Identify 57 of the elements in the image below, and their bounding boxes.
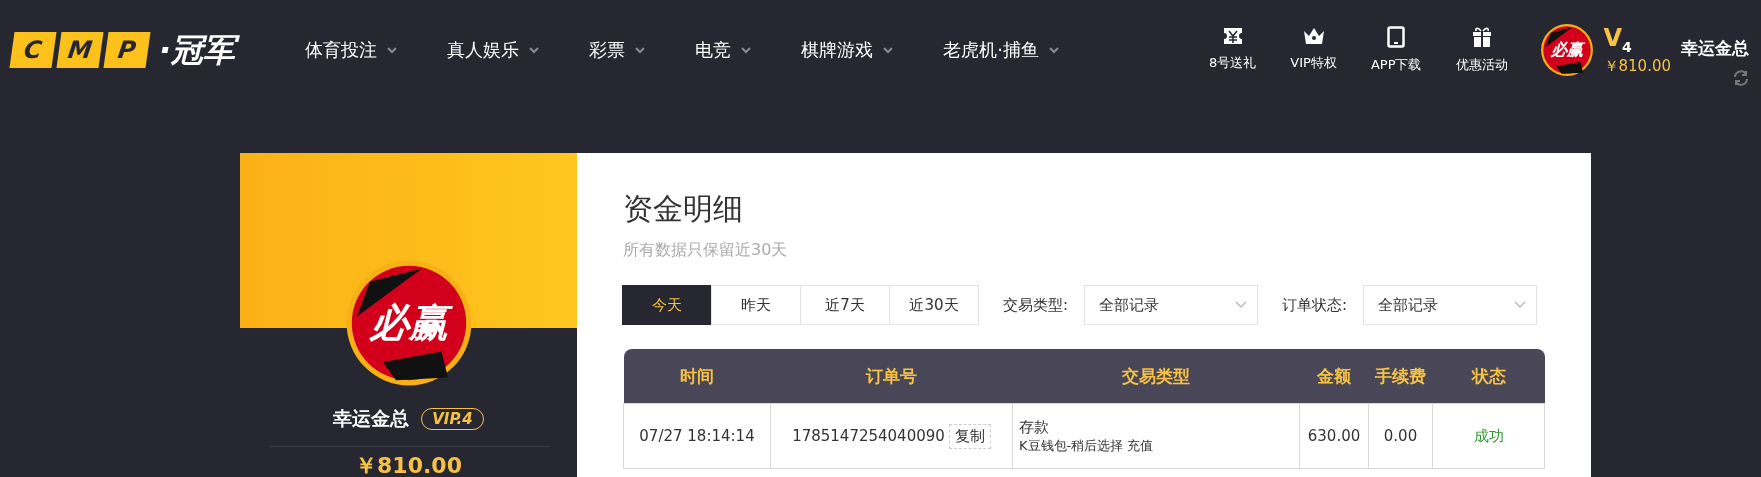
chevron-icon [1514, 301, 1527, 309]
transaction-type: 存款 [1019, 417, 1050, 437]
nav-item[interactable]: 彩票 [589, 38, 646, 62]
filter-dropdown[interactable]: 全部记录 [1084, 285, 1259, 325]
page-subtitle: 所有数据只保留近30天 [623, 240, 789, 261]
refresh-icon[interactable] [1733, 69, 1749, 86]
fee-cell: 0.00 [1368, 403, 1433, 469]
logo-letter: P [103, 32, 151, 68]
tablet-icon [1387, 26, 1406, 48]
column-header: 金额 [1299, 349, 1369, 404]
nav-item[interactable]: 真人娱乐 [447, 38, 540, 62]
caret-icon [387, 46, 398, 54]
balance: ￥810.00 [1603, 56, 1671, 76]
ticket-icon [1221, 26, 1244, 46]
date-tab[interactable]: 近7天 [800, 285, 890, 325]
chevron-icon [1235, 301, 1248, 309]
caret-icon [529, 46, 540, 54]
column-header: 交易类型 [1012, 349, 1300, 404]
profile-balance: ￥810.00 [355, 452, 462, 477]
page-title: 资金明细 [623, 190, 744, 228]
vip-level: V$_{4}$ [1603, 24, 1633, 55]
status-text: 成功 [1473, 426, 1504, 445]
column-header: 手续费 [1368, 349, 1433, 404]
date-tab[interactable]: 近30天 [889, 285, 979, 325]
filter-label: 订单状态: [1282, 295, 1348, 315]
copy-button[interactable]: 复制 [948, 423, 991, 449]
quick-link[interactable]: 优惠活动 [1455, 26, 1508, 74]
column-header: 时间 [623, 349, 771, 404]
nav-item[interactable]: 体育投注 [305, 38, 398, 62]
nav-item[interactable]: 老虎机·捕鱼 [943, 38, 1059, 62]
amount-cell: 630.00 [1299, 403, 1369, 469]
quick-link[interactable]: APP下载 [1370, 26, 1422, 74]
transaction-detail: K豆钱包-稍后选择 充值 [1019, 436, 1155, 455]
caret-icon [1048, 46, 1059, 54]
crown-icon [1301, 26, 1326, 46]
profile-name: 幸运金总 [333, 406, 410, 431]
order-number: 1785147254040090 [792, 426, 945, 445]
column-header: 订单号 [770, 349, 1013, 404]
time-cell: 07/27 18:14:14 [623, 403, 771, 469]
quick-link[interactable]: VIP特权 [1290, 26, 1337, 74]
filter-dropdown[interactable]: 全部记录 [1363, 285, 1538, 325]
date-tab[interactable]: 今天 [622, 285, 712, 325]
gift-icon [1470, 26, 1493, 48]
caret-icon [741, 46, 752, 54]
caret-icon [883, 46, 894, 54]
logo-text: ·冠军 [155, 28, 244, 72]
caret-icon [635, 46, 646, 54]
nav-item[interactable]: 电竞 [695, 38, 752, 62]
column-header: 状态 [1432, 349, 1545, 404]
filter-label: 交易类型: [1003, 295, 1069, 315]
username: 幸运金总 [1681, 36, 1749, 60]
quick-link[interactable]: 8号送礼 [1209, 26, 1257, 74]
logo-letter: M [56, 32, 104, 68]
avatar-logo: 必赢 [1539, 23, 1594, 77]
logo-letter: C [9, 32, 57, 68]
date-tab[interactable]: 昨天 [711, 285, 801, 325]
nav-item[interactable]: 棋牌游戏 [801, 38, 894, 62]
